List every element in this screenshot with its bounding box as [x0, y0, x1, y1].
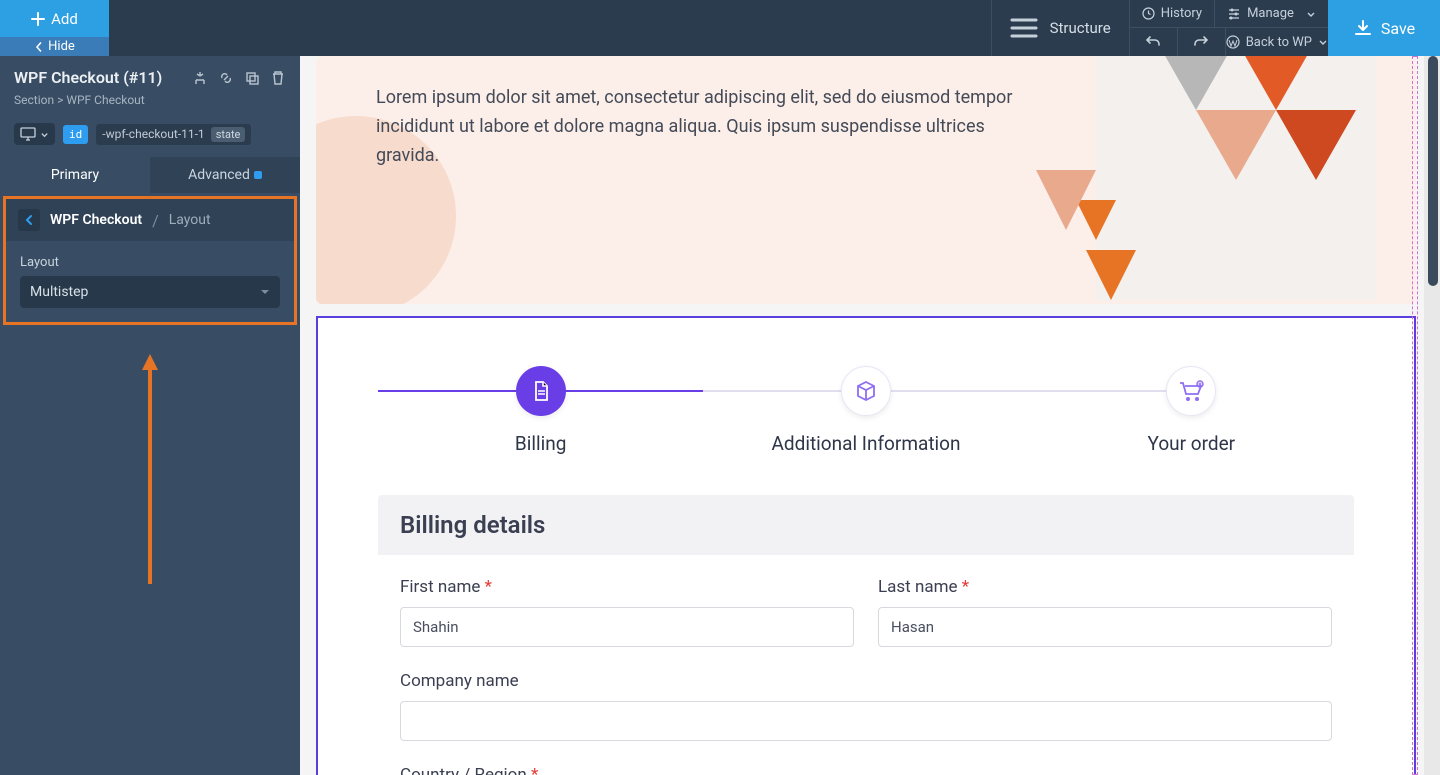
layout-select[interactable]: Multistep [20, 276, 280, 308]
id-field[interactable]: -wpf-checkout-11-1 state [96, 124, 251, 145]
last-name-input[interactable] [878, 607, 1332, 647]
arrow-annotation-icon [140, 354, 160, 584]
hero-art-icon [1036, 56, 1416, 304]
inspector-sidebar: WPF Checkout (#11) Section > WPF Checkou… [0, 56, 300, 775]
box-icon [854, 379, 878, 403]
chevron-down-icon [1318, 37, 1328, 47]
company-label: Company name [400, 671, 1332, 691]
hero-text: Lorem ipsum dolor sit amet, consectetur … [376, 84, 1016, 170]
save-label: Save [1381, 19, 1415, 38]
download-icon [1353, 18, 1373, 38]
first-name-input[interactable] [400, 607, 854, 647]
element-title: WPF Checkout (#11) [14, 68, 182, 87]
structure-icon [1010, 16, 1038, 40]
parent-icon[interactable] [192, 70, 208, 86]
billing-details: Billing details First name * Last name * [378, 495, 1354, 775]
element-breadcrumb: Section > WPF Checkout [14, 93, 286, 107]
chevron-down-icon [1306, 9, 1316, 19]
steps: Billing Additional Information Your orde… [378, 366, 1354, 455]
structure-label: Structure [1050, 19, 1111, 37]
manage-button[interactable]: Manage [1215, 0, 1328, 28]
back-to-wp-label: Back to WP [1246, 35, 1312, 50]
first-name-label: First name * [400, 577, 854, 597]
state-badge: state [211, 127, 246, 142]
last-name-label: Last name * [878, 577, 1332, 597]
panel-back-button[interactable] [18, 209, 40, 231]
step-additional-label: Additional Information [772, 432, 961, 455]
redo-icon [1193, 35, 1209, 49]
copy-icon[interactable] [244, 70, 260, 86]
scrollbar-thumb[interactable] [1428, 56, 1438, 286]
tab-advanced[interactable]: Advanced [150, 157, 300, 193]
canvas-scrollbar[interactable] [1424, 56, 1440, 775]
caret-down-icon [260, 288, 270, 296]
link-icon[interactable] [218, 70, 234, 86]
selection-outline [1412, 56, 1418, 775]
billing-details-title: Billing details [378, 495, 1354, 555]
country-label: Country / Region * [400, 765, 1332, 775]
step-additional-icon[interactable] [841, 366, 891, 416]
panel-bc-main: WPF Checkout [50, 212, 142, 228]
layout-field-label: Layout [6, 241, 294, 276]
step-billing-label: Billing [515, 432, 566, 455]
clock-icon [1142, 7, 1155, 20]
hide-label: Hide [48, 39, 75, 54]
document-icon [530, 380, 552, 402]
cart-icon [1178, 379, 1204, 403]
chevron-down-icon [40, 130, 49, 139]
panel-bc-sub: Layout [169, 212, 211, 228]
id-badge: id [63, 125, 88, 144]
save-button[interactable]: Save [1328, 0, 1440, 56]
manage-label: Manage [1247, 6, 1294, 21]
canvas[interactable]: Lorem ipsum dolor sit amet, consectetur … [300, 56, 1440, 775]
layout-select-value: Multistep [30, 284, 88, 300]
dot-indicator-icon [254, 171, 262, 179]
structure-button[interactable]: Structure [991, 0, 1129, 56]
panel-bc-sep: / [152, 211, 159, 230]
chevron-left-icon [24, 214, 34, 226]
hero-section[interactable]: Lorem ipsum dolor sit amet, consectetur … [316, 56, 1416, 304]
history-button[interactable]: History [1130, 0, 1215, 28]
desktop-icon [20, 127, 36, 141]
hide-button[interactable]: Hide [0, 37, 109, 56]
add-label: Add [51, 10, 78, 28]
delete-icon[interactable] [270, 70, 286, 86]
wordpress-icon [1226, 35, 1240, 49]
undo-button[interactable] [1130, 28, 1178, 56]
panel-breadcrumb[interactable]: WPF Checkout / Layout [6, 199, 294, 241]
add-button[interactable]: Add [0, 0, 109, 37]
history-label: History [1161, 6, 1202, 21]
step-billing-icon[interactable] [516, 366, 566, 416]
undo-icon [1145, 35, 1161, 49]
redo-button[interactable] [1178, 28, 1226, 56]
step-order-icon[interactable] [1166, 366, 1216, 416]
layout-panel: WPF Checkout / Layout Layout Multistep [3, 196, 297, 325]
top-toolbar: Add Hide Structure History Manage [0, 0, 1440, 56]
sliders-icon [1227, 7, 1241, 20]
company-input[interactable] [400, 701, 1332, 741]
chevron-left-icon [34, 42, 44, 52]
step-order-label: Your order [1148, 432, 1236, 455]
tab-primary[interactable]: Primary [0, 157, 150, 193]
device-selector[interactable] [14, 123, 55, 145]
back-to-wp-button[interactable]: Back to WP [1226, 28, 1328, 56]
plus-icon [31, 12, 45, 26]
checkout-card[interactable]: Billing Additional Information Your orde… [316, 316, 1416, 775]
